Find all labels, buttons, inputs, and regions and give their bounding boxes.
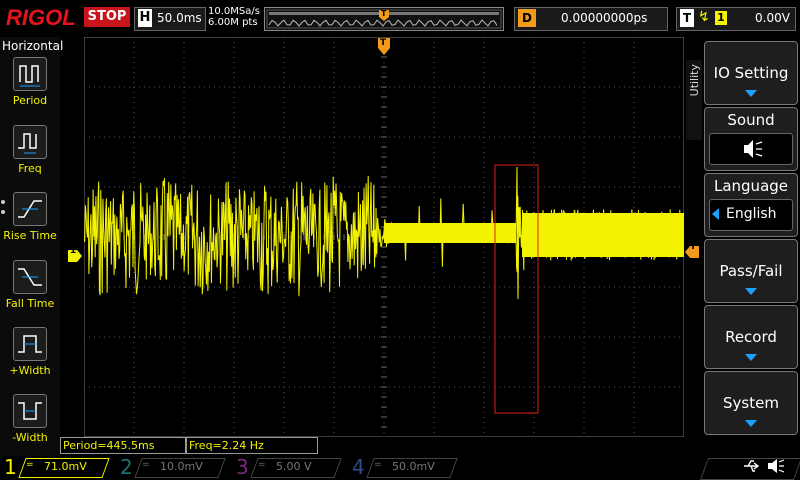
fall-time-icon xyxy=(13,260,47,294)
channel-2-number: 2 xyxy=(120,455,133,479)
pass-fail-button[interactable]: Pass/Fail xyxy=(704,239,798,303)
ch1-trace-band xyxy=(384,223,516,243)
system-button[interactable]: System xyxy=(704,371,798,435)
timebase-label: H xyxy=(138,9,152,27)
chevron-left-icon xyxy=(712,208,719,220)
run-stop-status[interactable]: STOP xyxy=(84,7,130,27)
language-select[interactable]: English xyxy=(709,199,793,231)
trigger-label: T xyxy=(680,9,694,27)
sample-rate: 10.0MSa/s xyxy=(208,6,260,17)
waveform-display[interactable] xyxy=(84,37,684,437)
usb-icon xyxy=(742,458,762,478)
frequency-icon xyxy=(13,125,47,159)
channel-4[interactable]: 4 = 50.0mV xyxy=(348,456,460,478)
measure-frequency-label: Freq xyxy=(18,162,42,175)
chevron-down-icon xyxy=(745,354,757,361)
measure-positive-width[interactable]: +Width xyxy=(0,327,60,377)
timebase-box[interactable]: H 50.0ms xyxy=(134,7,206,31)
chevron-down-icon xyxy=(745,288,757,295)
channel-1-coupling: = xyxy=(26,460,34,470)
measure-fall-time-label: Fall Time xyxy=(5,297,55,310)
channel-1-number: 1 xyxy=(4,455,17,479)
ch1-offset-marker[interactable]: 1 xyxy=(68,246,82,262)
sound-button[interactable]: Sound xyxy=(704,107,798,171)
positive-width-icon xyxy=(13,327,47,361)
channel-4-number: 4 xyxy=(352,455,365,479)
frequency-readout: Freq=2.24 Hz xyxy=(186,437,318,454)
sound-label: Sound xyxy=(727,111,775,129)
measure-fall-time[interactable]: Fall Time xyxy=(0,260,60,310)
measurement-readouts: Period=445.5ms Freq=2.24 Hz xyxy=(60,437,320,454)
language-value: English xyxy=(726,206,777,222)
record-label: Record xyxy=(725,328,777,346)
measure-frequency[interactable]: Freq xyxy=(0,125,60,175)
channel-bar: 1 = 71.0mV 2 = 10.0mV 3 = 5.00 V 4 = 50.… xyxy=(0,456,800,480)
brand-logo: RIGOL xyxy=(6,5,76,30)
measure-rise-time[interactable]: Rise Time xyxy=(0,192,60,242)
record-button[interactable]: Record xyxy=(704,305,798,369)
memory-overview-bar[interactable]: T xyxy=(264,7,504,31)
trigger-source: 1 xyxy=(715,11,727,25)
trigger-position-marker[interactable]: T xyxy=(378,38,390,56)
channel-1[interactable]: 1 = 71.0mV xyxy=(0,456,112,478)
measure-panel: Horizontal Period Freq Rise Time Fall Ti… xyxy=(0,37,64,457)
channel-4-scale: 50.0mV xyxy=(392,460,435,473)
negative-width-icon xyxy=(13,394,47,428)
channel-2[interactable]: 2 = 10.0mV xyxy=(116,456,228,478)
channel-1-scale: 71.0mV xyxy=(44,460,87,473)
panel-scroll-dot xyxy=(1,200,5,204)
channel-2-coupling: = xyxy=(142,460,150,470)
channel-2-scale: 10.0mV xyxy=(160,460,203,473)
chevron-down-icon xyxy=(745,420,757,427)
memory-depth: 6.00M pts xyxy=(208,17,258,28)
sample-rate-info: 10.0MSa/s 6.00M pts xyxy=(208,6,260,28)
measure-positive-width-label: +Width xyxy=(9,364,51,377)
measure-panel-title: Horizontal xyxy=(2,39,64,53)
delay-value: 0.00000000ps xyxy=(561,11,648,25)
panel-scroll-dot xyxy=(1,210,5,214)
chevron-down-icon xyxy=(745,90,757,97)
measure-negative-width-label: -Width xyxy=(12,431,48,444)
channel-3-number: 3 xyxy=(236,455,249,479)
timebase-value: 50.0ms xyxy=(157,11,202,25)
utility-tab: Utility xyxy=(686,60,702,140)
period-readout: Period=445.5ms xyxy=(60,437,186,454)
channel-3-scale: 5.00 V xyxy=(276,460,312,473)
trigger-box[interactable]: T ↯ 1 0.00V xyxy=(676,7,796,31)
trigger-level: 0.00V xyxy=(755,11,790,25)
measure-period-label: Period xyxy=(12,94,48,107)
channel-3-coupling: = xyxy=(258,460,266,470)
channel-4-coupling: = xyxy=(374,460,382,470)
io-setting-label: IO Setting xyxy=(713,64,789,82)
language-button[interactable]: Language English xyxy=(704,173,798,237)
measure-negative-width[interactable]: -Width xyxy=(0,394,60,444)
io-setting-button[interactable]: IO Setting xyxy=(704,41,798,105)
trigger-position-marker-label: T xyxy=(380,38,387,48)
rise-time-icon xyxy=(13,192,47,226)
delay-label: D xyxy=(518,9,536,27)
measure-period[interactable]: Period xyxy=(0,57,60,107)
trigger-level-marker[interactable]: T xyxy=(685,242,699,258)
memory-trigger-marker: T xyxy=(381,9,387,18)
system-label: System xyxy=(723,394,779,412)
ch1-trace-band xyxy=(522,213,684,257)
speaker-icon xyxy=(766,458,788,478)
period-icon xyxy=(13,57,47,91)
rising-edge-icon: ↯ xyxy=(698,9,710,25)
delay-box[interactable]: D 0.00000000ps xyxy=(514,7,668,31)
ch1-offset-marker-label: 1 xyxy=(70,246,77,256)
utility-menu: IO Setting Sound Language English Pass/F… xyxy=(704,37,800,457)
language-label: Language xyxy=(713,177,789,195)
sound-toggle[interactable] xyxy=(709,133,793,165)
utility-tab-label: Utility xyxy=(688,64,701,97)
channel-3[interactable]: 3 = 5.00 V xyxy=(232,456,344,478)
trigger-level-marker-label: T xyxy=(690,242,697,252)
pass-fail-label: Pass/Fail xyxy=(719,262,783,280)
measure-rise-time-label: Rise Time xyxy=(3,229,57,242)
